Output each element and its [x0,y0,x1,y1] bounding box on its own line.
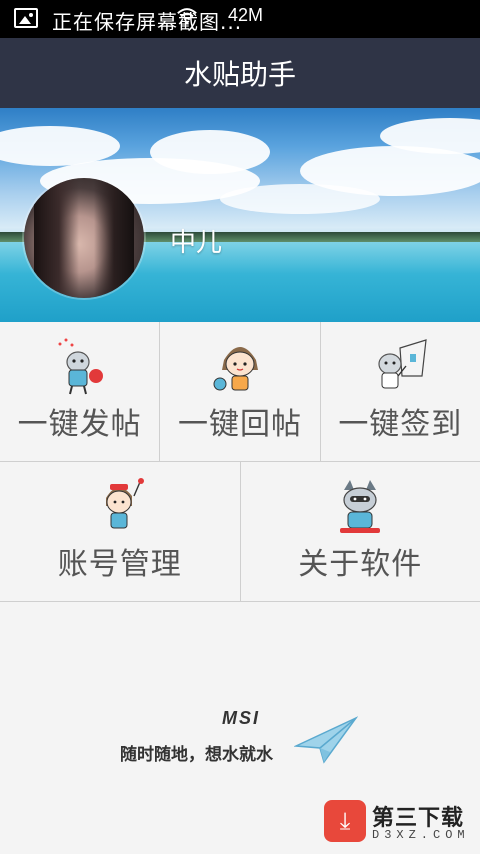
app-title: 水贴助手 [183,58,296,91]
reply-sticker-icon [213,347,258,391]
brand-logo: MSI [222,708,261,728]
status-size: 42M [228,5,264,25]
account-sticker-icon [105,478,144,529]
footer-slogan: 随时随地，想水就水 [120,745,273,765]
title-bar: 水贴助手 [0,38,480,108]
status-notification-text: 正在保存屏幕截图... [52,10,243,34]
site-watermark: ⤓ 第三下载 D3XZ.COM [324,800,474,846]
menu-row-2: 账号管理 关于软件 [0,462,480,602]
about-software-button[interactable]: 关于软件 [241,462,480,601]
about-sticker-icon [340,480,381,533]
menu-item-label: 账号管理 [57,547,182,582]
download-logo-icon: ⤓ [324,800,366,842]
menu-item-label: 关于软件 [298,547,423,582]
wifi-icon [177,8,197,25]
account-management-button[interactable]: 账号管理 [0,462,241,601]
one-click-checkin-button[interactable]: 一键签到 [321,322,480,461]
image-notification-icon [14,8,38,28]
status-bar: 正在保存屏幕截图... 42M [0,0,480,38]
paper-plane-icon [294,716,358,764]
one-click-post-button[interactable]: 一键发帖 [0,322,161,461]
watermark-domain: D3XZ.COM [372,828,470,842]
one-click-reply-button[interactable]: 一键回帖 [160,322,321,461]
username: 中儿 [170,228,223,258]
menu-item-label: 一键回帖 [177,407,302,442]
menu-row-1: 一键发帖 一键回帖 一键签到 [0,322,480,462]
checkin-sticker-icon [378,339,428,389]
avatar[interactable] [24,178,144,298]
menu-item-label: 一键发帖 [17,407,142,442]
menu-item-label: 一键签到 [338,407,463,442]
post-sticker-icon [58,338,103,395]
